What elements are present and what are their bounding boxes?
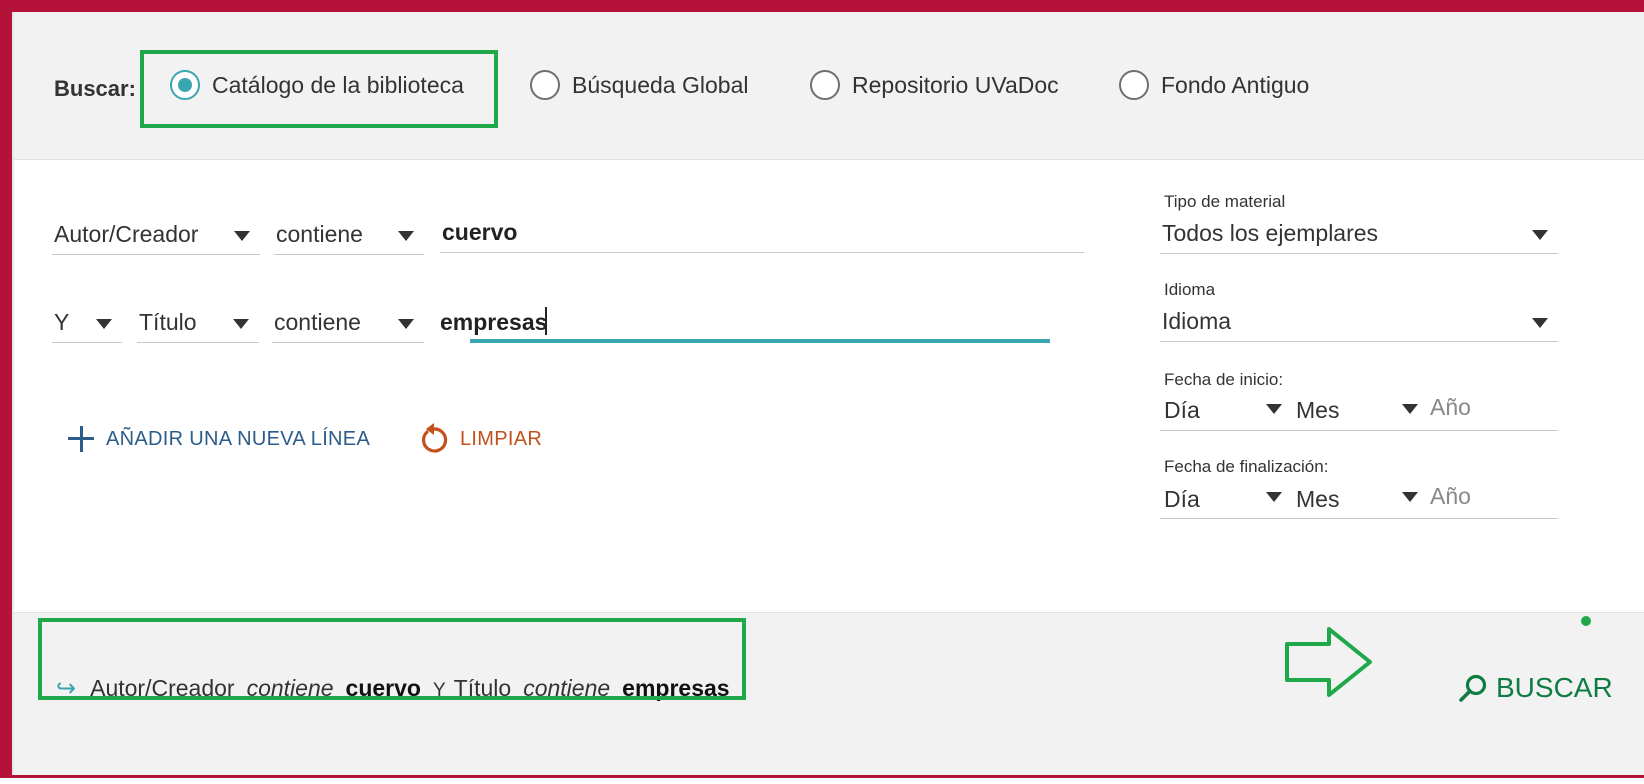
search-icon [1459,674,1487,702]
select-value: Y [54,309,70,335]
select-value: contiene [274,309,361,335]
scope-label: Buscar: [54,76,136,101]
radio-unselected-icon[interactable] [1119,70,1149,100]
operator-select-row2[interactable]: contiene [272,303,424,343]
annotation-dot [1581,616,1591,626]
language-select[interactable]: Idioma [1160,302,1558,342]
scope-option-antique[interactable]: Fondo Antiguo [1119,70,1309,100]
annotation-highlight-scope [140,50,498,128]
start-year-input[interactable]: Año [1430,394,1471,421]
start-month-select[interactable]: Mes [1296,397,1339,424]
dropdown-arrow-icon [398,231,414,241]
dropdown-arrow-icon [1266,404,1282,414]
dropdown-arrow-icon [398,319,414,329]
start-date-label: Fecha de inicio: [1164,370,1284,389]
plus-icon [68,426,94,452]
scope-option-label: Repositorio UVaDoc [852,71,1059,98]
select-value: contiene [276,221,363,247]
text-caret [545,307,547,335]
boolean-select-row2[interactable]: Y [52,303,122,343]
field-select-row1[interactable]: Autor/Creador [52,215,260,255]
select-value: Autor/Creador [54,221,199,247]
language-label: Idioma [1164,280,1216,299]
add-line-button[interactable]: AÑADIR UNA NUEVA LÍNEA [68,426,370,452]
dropdown-arrow-icon [1402,492,1418,502]
date-underline [1160,430,1558,431]
end-month-select[interactable]: Mes [1296,486,1339,513]
clear-button[interactable]: LIMPIAR [418,422,542,456]
radio-unselected-icon[interactable] [530,70,560,100]
date-underline [1160,518,1558,519]
search-button-label: BUSCAR [1496,672,1613,703]
select-value: Todos los ejemplares [1162,220,1379,246]
dropdown-arrow-icon [1532,318,1548,328]
dropdown-arrow-icon [96,319,112,329]
input-focus-underline [470,339,1050,343]
dropdown-arrow-icon [234,231,250,241]
frame-inner-edge [12,12,14,784]
operator-select-row1[interactable]: contiene [274,215,424,255]
reset-icon [422,423,448,453]
scope-option-label: Búsqueda Global [572,71,749,98]
material-type-select[interactable]: Todos los ejemplares [1160,214,1558,254]
radio-unselected-icon[interactable] [810,70,840,100]
end-year-input[interactable]: Año [1430,483,1471,510]
frame-bottom-margin [0,778,1644,784]
annotation-highlight-summary [38,618,746,700]
start-day-select[interactable]: Día [1164,397,1200,424]
annotation-arrow-icon [1285,627,1372,697]
add-line-label: AÑADIR UNA NUEVA LÍNEA [106,427,371,450]
dropdown-arrow-icon [1266,492,1282,502]
dropdown-arrow-icon [1532,230,1548,240]
frame-top-border [0,0,1644,12]
field-select-row2[interactable]: Título [137,303,259,343]
search-panel: Buscar: Catálogo de la biblioteca Búsque… [0,0,1644,784]
query-input-row1[interactable] [440,213,1084,253]
scope-option-repository[interactable]: Repositorio UVaDoc [810,70,1059,100]
select-value: Idioma [1162,308,1232,334]
dropdown-arrow-icon [233,319,249,329]
dropdown-arrow-icon [1402,404,1418,414]
query-input-row2[interactable] [438,302,1050,342]
scope-option-global[interactable]: Búsqueda Global [530,70,748,100]
end-date-label: Fecha de finalización: [1164,457,1329,476]
clear-label: LIMPIAR [460,427,543,450]
select-value: Título [139,309,197,335]
scope-option-label: Fondo Antiguo [1161,71,1310,98]
frame-left-border [0,0,12,784]
end-day-select[interactable]: Día [1164,486,1200,513]
search-button[interactable]: BUSCAR [1458,672,1613,704]
material-type-label: Tipo de material [1164,192,1286,211]
